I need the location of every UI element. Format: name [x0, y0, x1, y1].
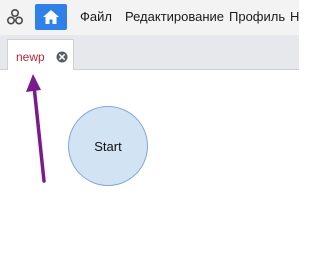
annotation-arrow	[26, 74, 46, 183]
home-icon	[43, 10, 59, 24]
tab-strip: newp	[0, 35, 299, 70]
menu-edit[interactable]: Редактирование	[125, 9, 224, 25]
start-node-label: Start	[94, 138, 122, 154]
menu-item-truncated[interactable]: Н	[290, 9, 299, 25]
app-logo-icon[interactable]	[6, 8, 24, 26]
close-circle-icon[interactable]	[56, 50, 68, 63]
tab-label: newp	[16, 50, 45, 64]
menu-file[interactable]: Файл	[80, 9, 112, 25]
tab-newp[interactable]: newp	[7, 39, 74, 70]
menu-profile[interactable]: Профиль	[229, 9, 285, 25]
diagram-canvas[interactable]: Start	[0, 70, 299, 266]
home-button[interactable]	[35, 4, 67, 30]
start-node[interactable]: Start	[68, 106, 148, 186]
menu-bar: Файл Редактирование Профиль Н	[0, 0, 299, 35]
